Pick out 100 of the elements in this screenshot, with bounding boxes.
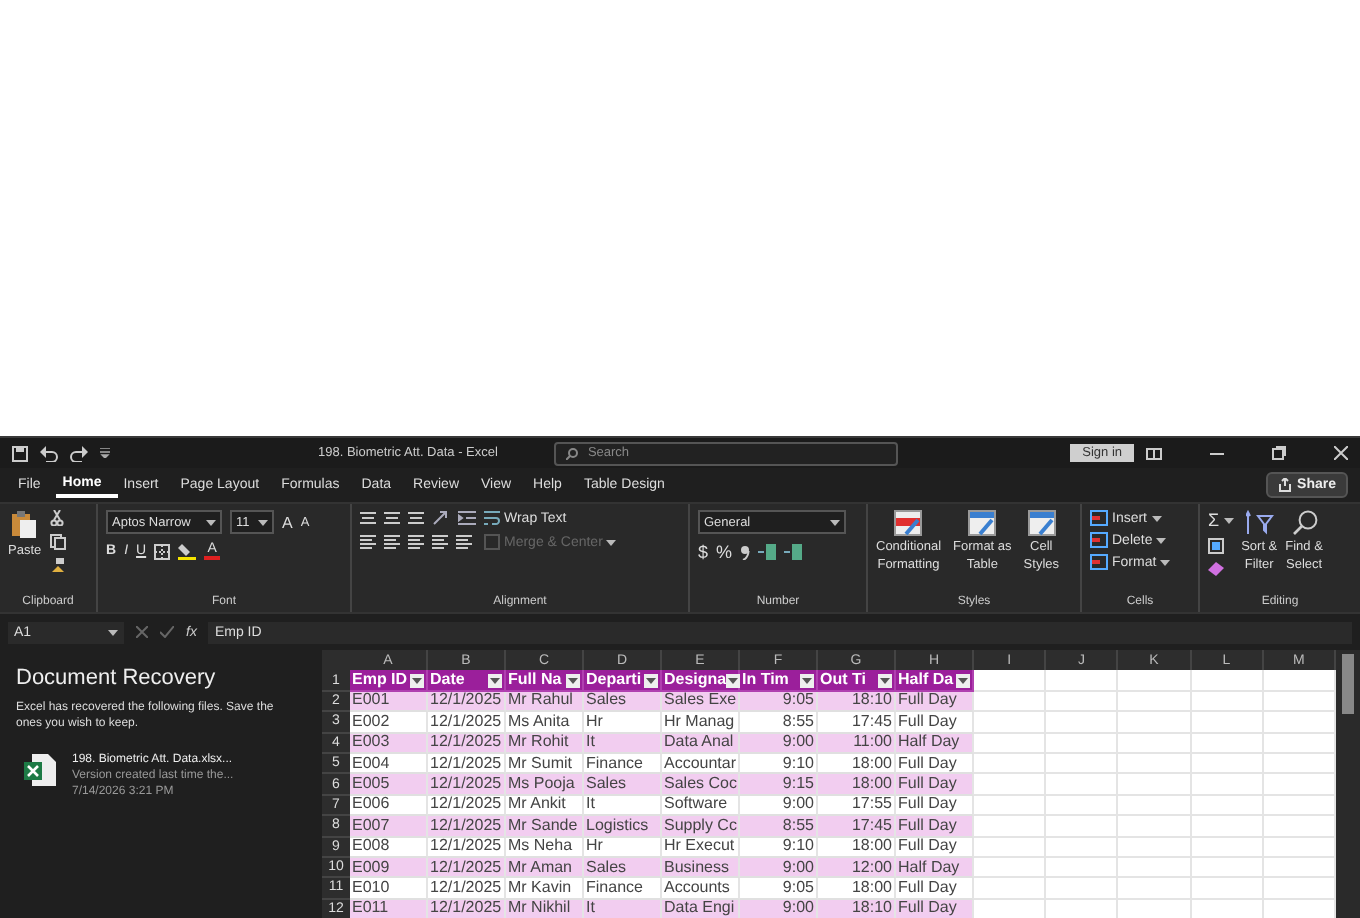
close-icon[interactable] [1334,446,1348,460]
cells-icon [1090,510,1108,526]
table-cell: 12/1/2025 [428,816,506,838]
table-cell: 12/1/2025 [428,774,506,796]
header-cell[interactable]: Out Ti [818,670,896,692]
filter-button[interactable] [644,673,658,688]
table-cell: Mr Sande [506,816,584,838]
filter-button[interactable] [800,673,814,688]
caret-icon[interactable] [108,629,118,635]
caret-icon[interactable] [206,519,216,525]
decrease-decimal-icon[interactable] [784,544,803,560]
restore-icon[interactable] [1272,446,1286,460]
increase-font-button[interactable]: A [282,513,293,531]
center-icon[interactable] [384,534,400,550]
table-cell: 17:45 [818,816,896,838]
align-right-icon[interactable] [408,534,424,550]
caret-icon[interactable] [1151,515,1162,521]
table-cell: Sales [584,691,662,713]
bottom-align-icon[interactable] [408,510,424,526]
comma-style-icon[interactable] [740,544,751,560]
percent-button[interactable]: % [716,542,733,562]
header-cell[interactable]: Full Na [506,670,584,692]
table-cell: Half Day [896,857,974,879]
table-cell: 12/1/2025 [428,733,506,754]
table-cell: Mr Rohit [506,733,584,754]
currency-button[interactable]: $ [698,542,709,562]
table-cell: Full Day [896,816,974,838]
table-cell: Mr Aman [506,857,584,879]
table-cell: E009 [350,857,428,879]
save-icon[interactable] [12,445,28,461]
cancel-icon[interactable] [136,626,148,638]
table-cell: E003 [350,733,428,754]
table-cell: Data Anal [662,733,740,754]
caret-icon[interactable] [258,519,268,525]
table-cell: Sales Exe [662,691,740,713]
scrollbar[interactable] [1336,650,1360,918]
customize-icon[interactable] [100,448,110,458]
clear-icon[interactable] [1208,562,1224,576]
filter-button[interactable] [566,673,580,688]
enter-icon[interactable] [160,626,174,638]
table-cell: Business [662,857,740,879]
header-cell[interactable]: Half Da [896,670,974,692]
filter-button[interactable] [726,673,741,688]
cut-icon[interactable] [49,510,64,526]
table-cell: 12/1/2025 [428,857,506,879]
header-cell[interactable]: Designa [662,670,740,692]
header-cell[interactable]: Departi [584,670,662,692]
wrap-text-icon [484,510,500,526]
format-painter-icon[interactable] [49,558,66,574]
minimize-icon[interactable] [1210,447,1224,459]
table-style-icon [968,510,997,536]
header-cell[interactable]: Emp ID [350,670,428,692]
table-cell: 11:00 [818,733,896,754]
borders-icon[interactable] [154,543,171,559]
middle-align-icon[interactable] [384,510,400,526]
table-cell: E005 [350,774,428,796]
undo-icon[interactable] [40,445,58,461]
table-cell: 9:00 [740,733,818,754]
indent-icon[interactable] [458,510,476,526]
table-cell: It [584,733,662,754]
table-cell: 18:10 [818,691,896,713]
fill-icon[interactable] [1208,538,1224,554]
header-cell[interactable]: Date [428,670,506,692]
ribbon-display-icon[interactable] [1146,447,1162,459]
filter-button[interactable] [410,673,424,688]
filter-button[interactable] [488,673,502,688]
decrease-indent-icon[interactable] [432,534,448,550]
table-cell: E001 [350,691,428,713]
orientation-icon[interactable] [432,510,450,526]
increase-decimal-icon[interactable] [758,544,777,560]
table-cell: 9:05 [740,691,818,713]
table-cell: Half Day [896,733,974,754]
autosum-button[interactable]: Σ [1208,510,1234,530]
table-cell: Sales Coc [662,774,740,796]
filter-button[interactable] [956,673,970,688]
align-left-icon[interactable] [360,534,376,550]
caret-icon[interactable] [1223,517,1234,523]
redo-icon[interactable] [70,445,88,461]
fill-color-icon[interactable] [178,542,197,560]
scrollbar-thumb[interactable] [1342,654,1354,714]
increase-indent-icon[interactable] [456,534,472,550]
copy-icon[interactable] [49,534,66,550]
caret-icon[interactable] [830,519,840,525]
filter-button[interactable] [878,673,892,688]
search-icon [1291,510,1318,536]
table-cell: 12:00 [818,857,896,879]
header-cell[interactable]: In Tim [740,670,818,692]
share-icon [1277,478,1292,492]
table-cell: 18:00 [818,774,896,796]
caret-icon[interactable] [1156,537,1167,543]
table-cell: Full Day [896,691,974,713]
clipboard-icon [10,510,39,540]
cells-icon [1090,554,1108,570]
cells-icon [1090,532,1108,548]
top-align-icon[interactable] [360,510,376,526]
merge-icon [484,534,500,550]
table-cell: E007 [350,816,428,838]
table-cell: 9:15 [740,774,818,796]
caret-icon[interactable] [1160,559,1171,565]
table-cell: Mr Rahul [506,691,584,713]
